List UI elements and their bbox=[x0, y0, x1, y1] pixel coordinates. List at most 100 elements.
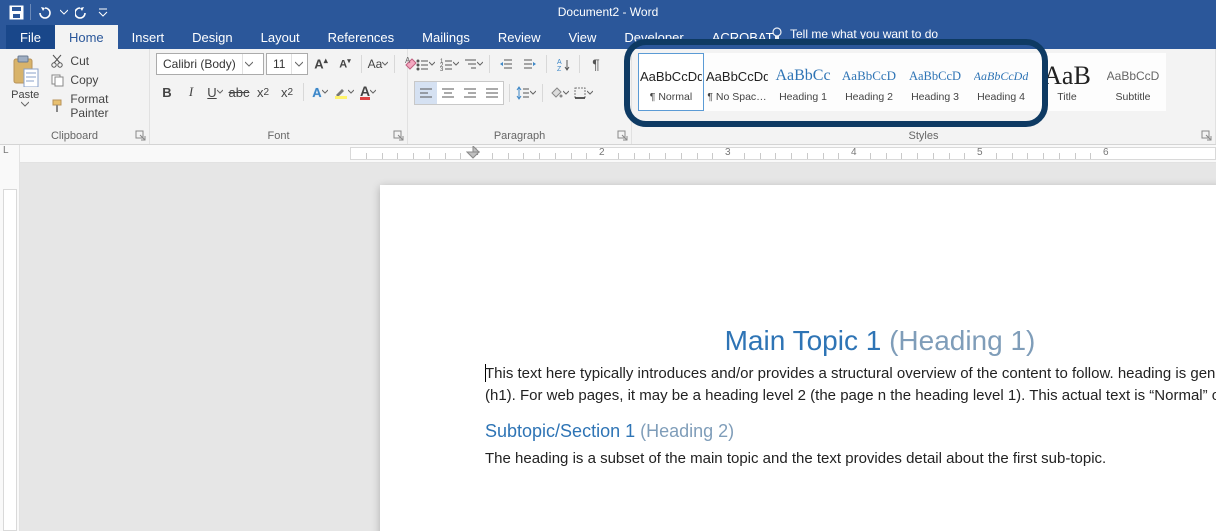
tab-home[interactable]: Home bbox=[55, 25, 118, 49]
style-swatch-heading-4[interactable]: AaBbCcDdHeading 4 bbox=[968, 53, 1034, 111]
line-spacing-button[interactable] bbox=[515, 82, 537, 104]
cut-label: Cut bbox=[70, 54, 89, 68]
superscript-button[interactable]: x2 bbox=[276, 81, 298, 103]
lightbulb-icon bbox=[770, 27, 784, 41]
vertical-ruler[interactable] bbox=[3, 189, 17, 531]
ruler-tick bbox=[586, 153, 587, 159]
styles-launcher[interactable] bbox=[1201, 130, 1213, 142]
text-effects-button[interactable]: A bbox=[309, 81, 331, 103]
quick-access-toolbar bbox=[0, 2, 109, 22]
tab-layout[interactable]: Layout bbox=[247, 25, 314, 49]
numbering-button[interactable]: 123 bbox=[438, 53, 460, 75]
ruler-tick bbox=[1059, 153, 1060, 159]
horizontal-ruler[interactable]: 123456 bbox=[20, 145, 1216, 163]
tab-review[interactable]: Review bbox=[484, 25, 555, 49]
style-swatch-heading-1[interactable]: AaBbCcHeading 1 bbox=[770, 53, 836, 111]
ruler-tick bbox=[1043, 153, 1044, 159]
font-size-combo[interactable]: 11 bbox=[266, 53, 308, 75]
borders-button[interactable] bbox=[572, 82, 594, 104]
style-name: Heading 1 bbox=[779, 91, 827, 103]
undo-dropdown[interactable] bbox=[59, 2, 69, 22]
copy-button[interactable]: Copy bbox=[48, 72, 143, 88]
save-button[interactable] bbox=[6, 2, 26, 22]
underline-button[interactable]: U bbox=[204, 81, 226, 103]
ruler-tick bbox=[523, 153, 524, 159]
redo-button[interactable] bbox=[73, 2, 93, 22]
font-size-value: 11 bbox=[267, 57, 291, 71]
ribbon-tabs: File Home Insert Design Layout Reference… bbox=[0, 24, 1216, 49]
italic-button[interactable]: I bbox=[180, 81, 202, 103]
cut-button[interactable]: Cut bbox=[48, 53, 143, 69]
style-preview: AaBbCcD bbox=[842, 61, 896, 91]
group-label-font: Font bbox=[150, 128, 407, 144]
scissors-icon bbox=[50, 54, 64, 68]
show-hide-marks-button[interactable]: ¶ bbox=[585, 53, 607, 75]
style-swatch-subtitle[interactable]: AaBbCcDSubtitle bbox=[1100, 53, 1166, 111]
style-swatch-heading-3[interactable]: AaBbCcDHeading 3 bbox=[902, 53, 968, 111]
justify-button[interactable] bbox=[481, 82, 503, 104]
ruler-tick bbox=[933, 153, 934, 159]
ruler-tick bbox=[886, 153, 887, 159]
ruler-tick bbox=[901, 153, 902, 159]
tab-references[interactable]: References bbox=[314, 25, 408, 49]
shading-button[interactable] bbox=[548, 82, 570, 104]
bold-button[interactable]: B bbox=[156, 81, 178, 103]
increase-indent-button[interactable] bbox=[519, 53, 541, 75]
ruler-tick bbox=[649, 153, 650, 159]
align-right-button[interactable] bbox=[459, 82, 481, 104]
tab-view[interactable]: View bbox=[554, 25, 610, 49]
align-left-button[interactable] bbox=[415, 82, 437, 104]
style-preview: AaBbCcDd bbox=[640, 61, 702, 91]
font-launcher[interactable] bbox=[393, 130, 405, 142]
ruler-tick bbox=[397, 153, 398, 159]
font-color-button[interactable]: A bbox=[357, 81, 379, 103]
ruler-tick bbox=[744, 153, 745, 159]
chevron-down-icon bbox=[242, 54, 256, 74]
subscript-button[interactable]: x2 bbox=[252, 81, 274, 103]
svg-text:3: 3 bbox=[440, 67, 444, 71]
grow-font-button[interactable]: A▴ bbox=[310, 53, 332, 75]
sort-button[interactable]: AZ bbox=[552, 53, 574, 75]
chevron-down-icon bbox=[291, 54, 305, 74]
document-page[interactable]: Main Topic 1 (Heading 1) This text here … bbox=[380, 185, 1216, 531]
ruler-tick bbox=[712, 153, 713, 159]
vertical-ruler-column: L bbox=[0, 145, 20, 531]
clipboard-launcher[interactable] bbox=[135, 130, 147, 142]
tab-file[interactable]: File bbox=[6, 25, 55, 49]
tell-me-search[interactable]: Tell me what you want to do bbox=[770, 27, 938, 41]
style-swatch-heading-2[interactable]: AaBbCcDHeading 2 bbox=[836, 53, 902, 111]
style-swatch--normal[interactable]: AaBbCcDd¶ Normal bbox=[638, 53, 704, 111]
tab-insert[interactable]: Insert bbox=[118, 25, 179, 49]
font-name-combo[interactable]: Calibri (Body) bbox=[156, 53, 264, 75]
style-name: Heading 4 bbox=[977, 91, 1025, 103]
style-swatch-title[interactable]: AaBTitle bbox=[1034, 53, 1100, 111]
ruler-number: 3 bbox=[725, 147, 731, 158]
paste-button[interactable]: Paste bbox=[6, 53, 44, 107]
decrease-indent-button[interactable] bbox=[495, 53, 517, 75]
tab-design[interactable]: Design bbox=[178, 25, 246, 49]
bullets-button[interactable] bbox=[414, 53, 436, 75]
ruler-tick bbox=[1090, 153, 1091, 159]
ruler-number: 6 bbox=[1103, 147, 1109, 158]
align-center-button[interactable] bbox=[437, 82, 459, 104]
qat-customize-dropdown[interactable] bbox=[97, 2, 109, 22]
highlight-color-button[interactable] bbox=[333, 81, 355, 103]
indent-marker[interactable] bbox=[466, 146, 480, 160]
shrink-font-button[interactable]: A▾ bbox=[334, 53, 356, 75]
format-painter-button[interactable]: Format Painter bbox=[48, 91, 143, 121]
ruler-tick bbox=[413, 153, 414, 159]
tab-developer[interactable]: Developer bbox=[610, 25, 697, 49]
paste-label: Paste bbox=[11, 89, 39, 101]
ruler-tick bbox=[697, 153, 698, 159]
strikethrough-button[interactable]: abc bbox=[228, 81, 250, 103]
style-swatch--no-spac-[interactable]: AaBbCcDd¶ No Spac… bbox=[704, 53, 770, 111]
multilevel-list-button[interactable] bbox=[462, 53, 484, 75]
tab-mailings[interactable]: Mailings bbox=[408, 25, 484, 49]
style-name: ¶ Normal bbox=[650, 91, 692, 103]
paintbrush-icon bbox=[50, 99, 64, 113]
paragraph-launcher[interactable] bbox=[617, 130, 629, 142]
undo-button[interactable] bbox=[35, 2, 55, 22]
change-case-button[interactable]: Aa bbox=[367, 53, 389, 75]
styles-gallery: AaBbCcDd¶ NormalAaBbCcDd¶ No Spac…AaBbCc… bbox=[638, 53, 1166, 111]
ruler-tick bbox=[618, 153, 619, 159]
